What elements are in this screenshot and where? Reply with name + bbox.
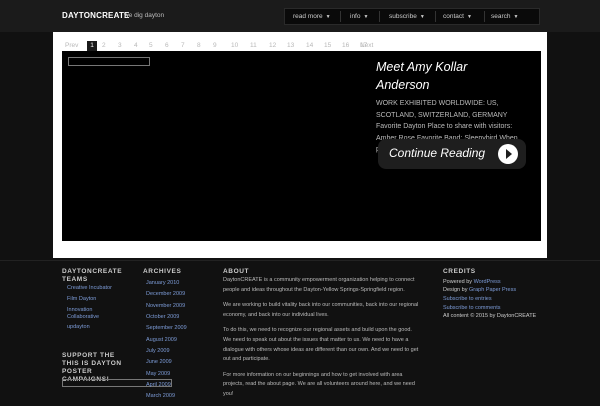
nav-search[interactable]: search ▼ [491, 9, 518, 24]
footer-divider [0, 260, 600, 261]
pager-page[interactable]: 15 [324, 41, 331, 51]
credits-heading: CREDITS [443, 268, 476, 275]
pager-page-current[interactable]: 1 [87, 41, 97, 51]
nav-info[interactable]: info ▼ [350, 9, 368, 24]
play-arrow-icon [498, 144, 518, 164]
archive-link[interactable]: May 2009 [146, 371, 170, 378]
site-tagline: we dig dayton [124, 12, 165, 19]
archive-link[interactable]: December 2009 [146, 291, 185, 298]
slide-title-line: Anderson [376, 78, 430, 92]
caret-down-icon: ▼ [466, 14, 472, 20]
top-bar: DAYTONCREATE we dig dayton read more ▼ in… [0, 0, 600, 32]
pager-page[interactable]: 11 [250, 41, 257, 51]
caret-down-icon: ▼ [363, 14, 369, 20]
credit-powered: Powered by WordPress [443, 279, 501, 286]
archive-link[interactable]: August 2009 [146, 337, 177, 344]
nav-label: info [350, 13, 361, 20]
team-link[interactable]: Film Dayton [67, 296, 96, 303]
caret-down-icon: ▼ [419, 14, 425, 20]
teams-heading: DAYTONCREATE TEAMS [62, 268, 123, 283]
nav-read-more[interactable]: read more ▼ [293, 9, 331, 24]
wordpress-link[interactable]: WordPress [474, 279, 501, 285]
pager-page[interactable]: 5 [149, 41, 153, 51]
slide-title-line: Meet Amy Kollar [376, 60, 468, 74]
credit-text: Powered by [443, 279, 474, 285]
slide-title[interactable]: Meet Amy Kollar Anderson [376, 58, 526, 94]
archives-heading: ARCHIVES [143, 268, 182, 275]
caret-down-icon: ▼ [325, 14, 331, 20]
credit-text: Design by [443, 287, 469, 293]
team-link[interactable]: Innovation Collaborative [67, 307, 125, 321]
nav-divider [484, 11, 485, 22]
team-link[interactable]: updayton [67, 324, 90, 331]
about-paragraph: DaytonCREATE is a community empowerment … [223, 277, 415, 293]
pager-next[interactable]: Next [360, 41, 373, 51]
archive-link[interactable]: January 2010 [146, 280, 179, 287]
nav-divider [435, 11, 436, 22]
pager-page[interactable]: 7 [181, 41, 185, 51]
about-paragraph: To do this, we need to recognize our reg… [223, 327, 419, 363]
about-text: DaytonCREATE is a community empowerment … [223, 276, 419, 406]
nav-subscribe[interactable]: subscribe ▼ [389, 9, 425, 24]
caret-down-icon: ▼ [513, 14, 519, 20]
nav-label: read more [293, 13, 323, 20]
slide-image-placeholder [68, 57, 150, 66]
about-paragraph: For more information on our beginnings a… [223, 371, 415, 397]
pager-page[interactable]: 14 [306, 41, 313, 51]
main-nav: read more ▼ info ▼ subscribe ▼ contact ▼ sea… [284, 8, 540, 25]
archive-link[interactable]: April 2009 [146, 382, 171, 389]
archive-link[interactable]: September 2009 [146, 325, 187, 332]
pager-page[interactable]: 10 [231, 41, 238, 51]
pager-page[interactable]: 12 [269, 41, 276, 51]
pager-prev[interactable]: Prev [65, 41, 78, 51]
credit-design: Design by Graph Paper Press [443, 287, 516, 294]
archive-link[interactable]: November 2009 [146, 303, 185, 310]
about-heading: ABOUT [223, 268, 250, 275]
continue-reading-button[interactable]: Continue Reading [378, 139, 526, 169]
graph-paper-press-link[interactable]: Graph Paper Press [469, 287, 516, 293]
subscribe-entries-link[interactable]: Subscribe to entries [443, 296, 492, 303]
team-link[interactable]: Creative Incubator [67, 285, 112, 292]
archive-link[interactable]: October 2009 [146, 314, 179, 321]
copyright-text: All content © 2015 by DaytonCREATE [443, 313, 537, 319]
pager-page[interactable]: 4 [134, 41, 138, 51]
nav-divider [379, 11, 380, 22]
pager-page[interactable]: 9 [213, 41, 217, 51]
archive-link[interactable]: July 2009 [146, 348, 170, 355]
archive-link[interactable]: March 2009 [146, 393, 175, 400]
nav-divider [340, 11, 341, 22]
archive-link[interactable]: June 2009 [146, 359, 172, 366]
nav-label: subscribe [389, 13, 417, 20]
subscribe-comments-link[interactable]: Subscribe to comments [443, 305, 500, 312]
pager-page[interactable]: 3 [118, 41, 122, 51]
pager-page[interactable]: 16 [342, 41, 349, 51]
continue-reading-label: Continue Reading [389, 146, 486, 160]
nav-contact[interactable]: contact ▼ [443, 9, 472, 24]
site-logo[interactable]: DAYTONCREATE [62, 11, 130, 20]
pager-page[interactable]: 6 [165, 41, 169, 51]
featured-slide: Meet Amy Kollar Anderson WORK EXHIBITED … [62, 51, 541, 241]
pager-page[interactable]: 8 [197, 41, 201, 51]
pager-page[interactable]: 13 [287, 41, 294, 51]
nav-label: search [491, 13, 511, 20]
pager-page[interactable]: 2 [102, 41, 106, 51]
about-paragraph: We are working to build vitality back in… [223, 302, 419, 318]
nav-label: contact [443, 13, 464, 20]
